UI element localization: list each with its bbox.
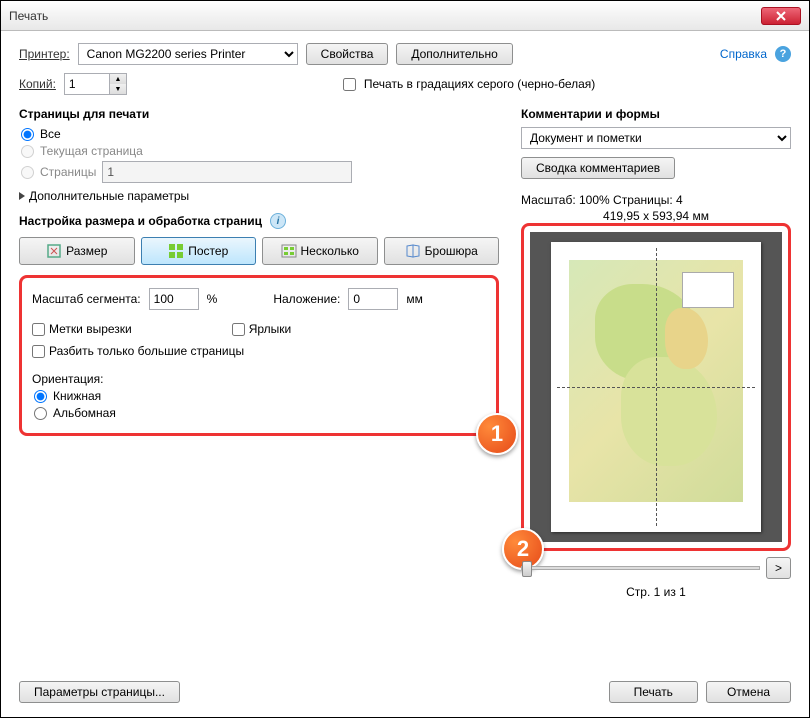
poster-icon <box>168 243 184 259</box>
size-icon <box>46 243 62 259</box>
help-icon[interactable]: ? <box>775 46 791 62</box>
cut-marks-label: Метки вырезки <box>49 322 132 336</box>
preview-next-button[interactable]: > <box>766 557 791 579</box>
copies-input[interactable] <box>64 73 109 95</box>
page-cut-horizontal <box>557 387 755 388</box>
triangle-right-icon <box>19 192 25 200</box>
copies-spinner[interactable]: ▲▼ <box>64 73 127 95</box>
tab-multiple[interactable]: Несколько <box>262 237 378 265</box>
help-link[interactable]: Справка <box>720 47 767 61</box>
more-params-toggle[interactable]: Дополнительные параметры <box>19 189 499 203</box>
copies-label: Копий: <box>19 77 56 91</box>
split-large-label: Разбить только большие страницы <box>49 344 244 358</box>
radio-current <box>21 145 34 158</box>
printer-select[interactable]: Canon MG2200 series Printer <box>78 43 298 65</box>
overlap-input[interactable] <box>348 288 398 310</box>
badge-1: 1 <box>476 413 518 455</box>
info-icon[interactable]: i <box>270 213 286 229</box>
print-button[interactable]: Печать <box>609 681 698 703</box>
size-section-title: Настройка размера и обработка страниц <box>19 214 262 228</box>
tab-size[interactable]: Размер <box>19 237 135 265</box>
printer-label: Принтер: <box>19 47 70 61</box>
spinner-down-icon[interactable]: ▼ <box>110 84 126 94</box>
scale-input[interactable] <box>149 288 199 310</box>
preview-scale-text: Масштаб: 100% Страницы: 4 <box>521 193 791 207</box>
radio-portrait[interactable] <box>34 390 47 403</box>
scale-label: Масштаб сегмента: <box>32 292 141 306</box>
advanced-button[interactable]: Дополнительно <box>396 43 512 65</box>
comments-dropdown[interactable]: Документ и пометки <box>521 127 791 149</box>
preview-highlight: 2 <box>521 223 791 551</box>
preview-pane <box>530 232 782 542</box>
booklet-icon <box>405 243 421 259</box>
slider-thumb[interactable] <box>522 561 532 577</box>
poster-settings-highlight: Масштаб сегмента: % Наложение: мм Метки … <box>19 275 499 436</box>
multiple-icon <box>281 243 297 259</box>
comments-title: Комментарии и формы <box>521 107 791 121</box>
labels-label: Ярлыки <box>249 322 292 336</box>
preview-page-info: Стр. 1 из 1 <box>521 585 791 599</box>
radio-all-label: Все <box>40 127 61 141</box>
window-title: Печать <box>9 9 761 23</box>
pages-section-title: Страницы для печати <box>19 107 499 121</box>
portrait-label: Книжная <box>53 389 101 403</box>
preview-page <box>551 242 761 532</box>
overlap-label: Наложение: <box>273 292 340 306</box>
close-icon <box>776 11 786 21</box>
radio-current-label: Текущая страница <box>40 144 143 158</box>
radio-range <box>21 166 34 179</box>
overlap-unit: мм <box>406 292 423 306</box>
grayscale-label: Печать в градациях серого (черно-белая) <box>364 77 595 91</box>
split-large-checkbox[interactable] <box>32 345 45 358</box>
titlebar: Печать <box>1 1 809 31</box>
grayscale-checkbox[interactable] <box>343 78 356 91</box>
cancel-button[interactable]: Отмена <box>706 681 791 703</box>
range-input <box>102 161 352 183</box>
preview-dimensions: 419,95 x 593,94 мм <box>521 209 791 223</box>
scale-unit: % <box>207 292 218 306</box>
preview-slider[interactable] <box>521 566 760 570</box>
cut-marks-checkbox[interactable] <box>32 323 45 336</box>
tab-booklet[interactable]: Брошюра <box>384 237 500 265</box>
radio-landscape[interactable] <box>34 407 47 420</box>
landscape-label: Альбомная <box>53 406 116 420</box>
close-button[interactable] <box>761 7 801 25</box>
radio-all[interactable] <box>21 128 34 141</box>
radio-range-label: Страницы <box>40 165 96 179</box>
spinner-up-icon[interactable]: ▲ <box>110 74 126 84</box>
tab-poster[interactable]: Постер <box>141 237 257 265</box>
comments-summary-button[interactable]: Сводка комментариев <box>521 157 675 179</box>
properties-button[interactable]: Свойства <box>306 43 389 65</box>
labels-checkbox[interactable] <box>232 323 245 336</box>
orientation-title: Ориентация: <box>32 372 486 386</box>
page-setup-button[interactable]: Параметры страницы... <box>19 681 180 703</box>
